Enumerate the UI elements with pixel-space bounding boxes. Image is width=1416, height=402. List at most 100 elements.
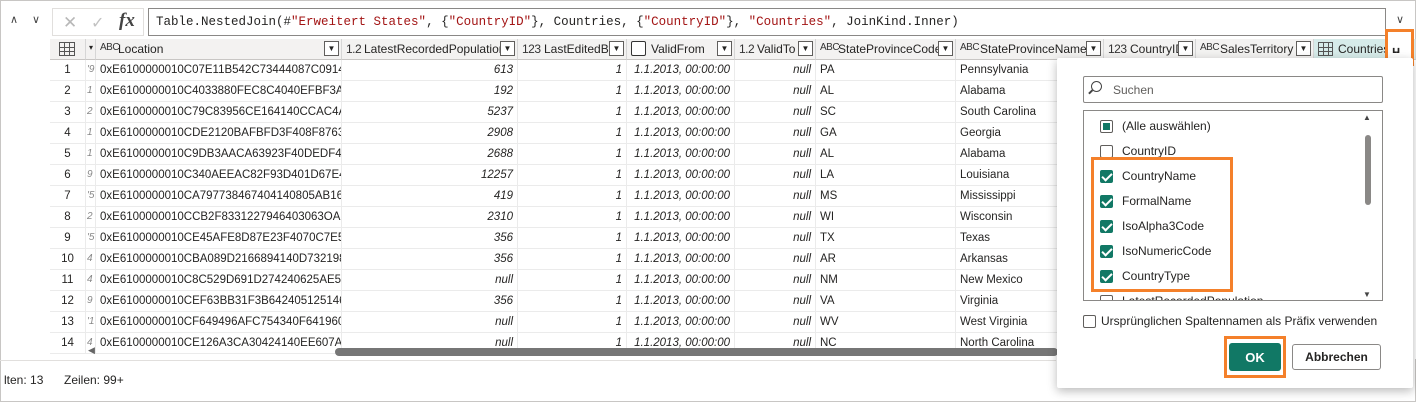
validfrom-cell[interactable]: 1.1.2013, 00:00:00	[627, 270, 735, 291]
validfrom-cell[interactable]: 1.1.2013, 00:00:00	[627, 144, 735, 165]
population-cell[interactable]: 356	[342, 249, 518, 270]
validto-cell[interactable]: null	[735, 60, 816, 81]
ok-button[interactable]: OK	[1229, 343, 1281, 371]
truncated-cell[interactable]: 9	[86, 291, 96, 312]
column-checkbox[interactable]	[1100, 145, 1113, 158]
column-header-truncated[interactable]: ▾	[86, 39, 96, 60]
row-number[interactable]: 3	[50, 102, 86, 123]
population-cell[interactable]: 2688	[342, 144, 518, 165]
truncated-cell[interactable]: 1	[86, 81, 96, 102]
truncated-cell[interactable]: 9	[86, 165, 96, 186]
column-header-validto[interactable]: 1.2 ValidTo ▼	[735, 39, 816, 60]
cancel-button[interactable]: Abbrechen	[1292, 344, 1381, 370]
location-cell[interactable]: 0xE6100000010C340AEEAC82F93D401D67E43D..…	[96, 165, 342, 186]
stateprovincecode-cell[interactable]: GA	[816, 123, 956, 144]
validfrom-cell[interactable]: 1.1.2013, 00:00:00	[627, 291, 735, 312]
column-header-countryid[interactable]: 123 CountryID ▼	[1104, 39, 1196, 60]
stateprovincecode-cell[interactable]: PA	[816, 60, 956, 81]
collapse-up-icon[interactable]: ∧	[6, 12, 22, 28]
validto-cell[interactable]: null	[735, 249, 816, 270]
chevron-down-icon[interactable]: ▼	[1178, 41, 1193, 56]
scroll-up-icon[interactable]: ▲	[1363, 113, 1371, 122]
validfrom-cell[interactable]: 1.1.2013, 00:00:00	[627, 249, 735, 270]
chevron-down-icon[interactable]: ∨	[1392, 12, 1408, 28]
validto-cell[interactable]: null	[735, 186, 816, 207]
column-checkbox[interactable]	[1100, 270, 1113, 283]
validfrom-cell[interactable]: 1.1.2013, 00:00:00	[627, 312, 735, 333]
column-header-latestrecordedpopulation[interactable]: 1.2 LatestRecordedPopulation ▼	[342, 39, 518, 60]
row-number[interactable]: 11	[50, 270, 86, 291]
row-number[interactable]: 12	[50, 291, 86, 312]
column-checkbox[interactable]	[1100, 220, 1113, 233]
location-cell[interactable]: 0xE6100000010CCB2F8331227946403063OAD6..…	[96, 207, 342, 228]
row-number[interactable]: 4	[50, 123, 86, 144]
column-checkbox[interactable]	[1100, 120, 1113, 133]
stateprovincecode-cell[interactable]: LA	[816, 165, 956, 186]
lasteditedby-cell[interactable]: 1	[518, 312, 627, 333]
validto-cell[interactable]: null	[735, 291, 816, 312]
expand-down-icon[interactable]: ∨	[28, 12, 44, 28]
close-icon[interactable]: ✕	[63, 13, 77, 33]
column-checkbox[interactable]	[1100, 245, 1113, 258]
scroll-left-icon[interactable]: ◀	[88, 345, 95, 356]
column-header-stateprovincename[interactable]: ABC StateProvinceName ▼	[956, 39, 1104, 60]
table-menu-button[interactable]	[50, 39, 86, 60]
validfrom-cell[interactable]: 1.1.2013, 00:00:00	[627, 102, 735, 123]
location-cell[interactable]: 0xE6100000010C79C83956CE164140CCAC4AC7..…	[96, 102, 342, 123]
population-cell[interactable]: 356	[342, 291, 518, 312]
lasteditedby-cell[interactable]: 1	[518, 291, 627, 312]
column-header-location[interactable]: ABC Location ▼	[96, 39, 342, 60]
location-cell[interactable]: 0xE6100000010CA797738467404140805AB164..…	[96, 186, 342, 207]
lasteditedby-cell[interactable]: 1	[518, 123, 627, 144]
lasteditedby-cell[interactable]: 1	[518, 144, 627, 165]
validfrom-cell[interactable]: 1.1.2013, 00:00:00	[627, 60, 735, 81]
prefix-checkbox[interactable]	[1083, 315, 1096, 328]
population-cell[interactable]: null	[342, 312, 518, 333]
column-header-stateprovincecode[interactable]: ABC StateProvinceCode ▼	[816, 39, 956, 60]
location-cell[interactable]: 0xE6100000010CBA089D2166894140D732198E..…	[96, 249, 342, 270]
validfrom-cell[interactable]: 1.1.2013, 00:00:00	[627, 186, 735, 207]
validfrom-cell[interactable]: 1.1.2013, 00:00:00	[627, 81, 735, 102]
stateprovincecode-cell[interactable]: SC	[816, 102, 956, 123]
location-cell[interactable]: 0xE6100000010CF649496AFC754340F64196059.…	[96, 312, 342, 333]
lasteditedby-cell[interactable]: 1	[518, 186, 627, 207]
fx-icon[interactable]: fx	[119, 10, 135, 32]
validto-cell[interactable]: null	[735, 207, 816, 228]
row-number[interactable]: 9	[50, 228, 86, 249]
row-number[interactable]: 13	[50, 312, 86, 333]
row-number[interactable]: 10	[50, 249, 86, 270]
validto-cell[interactable]: null	[735, 312, 816, 333]
stateprovincecode-cell[interactable]: TX	[816, 228, 956, 249]
stateprovincecode-cell[interactable]: AL	[816, 81, 956, 102]
truncated-cell[interactable]: 1	[86, 144, 96, 165]
lasteditedby-cell[interactable]: 1	[518, 249, 627, 270]
chevron-down-icon[interactable]: ▼	[324, 41, 339, 56]
chevron-down-icon[interactable]: ▼	[609, 41, 624, 56]
stateprovincecode-cell[interactable]: MS	[816, 186, 956, 207]
location-cell[interactable]: 0xE6100000010C07E11B542C73444087C09140..…	[96, 60, 342, 81]
stateprovincecode-cell[interactable]: AL	[816, 144, 956, 165]
chevron-down-icon[interactable]: ▼	[1296, 41, 1311, 56]
location-cell[interactable]: 0xE6100000010CEF63BB31F3B642405125146CE.…	[96, 291, 342, 312]
prefix-option[interactable]: Ursprünglichen Spaltennamen als Präfix v…	[1083, 314, 1403, 332]
list-scrollbar[interactable]: ▲ ▼	[1363, 113, 1373, 299]
lasteditedby-cell[interactable]: 1	[518, 165, 627, 186]
lasteditedby-cell[interactable]: 1	[518, 270, 627, 291]
row-number[interactable]: 2	[50, 81, 86, 102]
checkmark-icon[interactable]: ✓	[91, 13, 104, 33]
validto-cell[interactable]: null	[735, 81, 816, 102]
validfrom-cell[interactable]: 1.1.2013, 00:00:00	[627, 165, 735, 186]
location-cell[interactable]: 0xE6100000010CE45AFE8D87E23F4070C7E589..…	[96, 228, 342, 249]
location-cell[interactable]: 0xE6100000010C4033880FEC8C4040EFBF3A33E.…	[96, 81, 342, 102]
population-cell[interactable]: 613	[342, 60, 518, 81]
column-header-lasteditedby[interactable]: 123 LastEditedBy ▼	[518, 39, 627, 60]
truncated-cell[interactable]: 2	[86, 207, 96, 228]
validto-cell[interactable]: null	[735, 144, 816, 165]
validto-cell[interactable]: null	[735, 123, 816, 144]
chevron-down-icon[interactable]: ▼	[500, 41, 515, 56]
validto-cell[interactable]: null	[735, 165, 816, 186]
stateprovincecode-cell[interactable]: WI	[816, 207, 956, 228]
column-header-validfrom[interactable]: ValidFrom ▼	[627, 39, 735, 60]
lasteditedby-cell[interactable]: 1	[518, 228, 627, 249]
formula-input[interactable]: Table.NestedJoin(#"Erweitert States", {"…	[148, 8, 1386, 36]
